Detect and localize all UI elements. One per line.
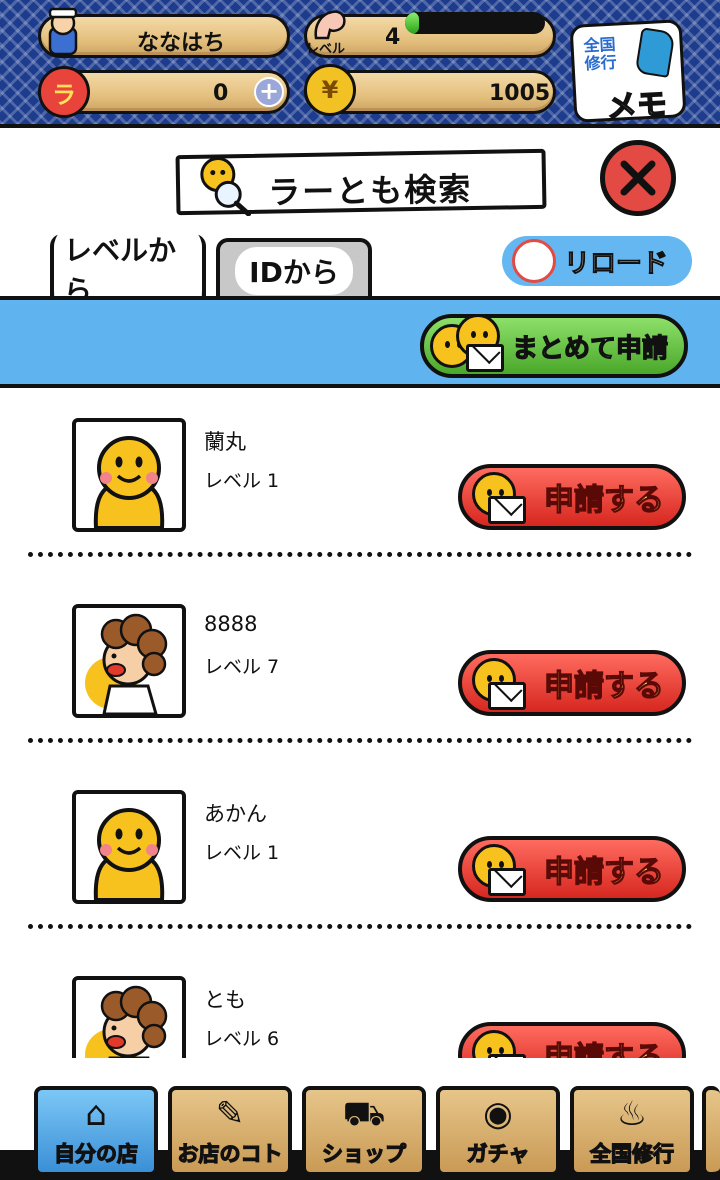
user-name: 8888 [204, 612, 258, 636]
user-level: レベル 6 [204, 1028, 280, 1050]
user-name: 蘭丸 [204, 430, 246, 454]
tab-by-id[interactable]: IDから [216, 238, 372, 300]
bulk-apply-label: まとめて申請 [511, 333, 668, 364]
page-title: ラーとも検索 [267, 170, 473, 212]
user-avatar[interactable] [72, 604, 186, 718]
shop-info-icon: ✎ [215, 1094, 245, 1134]
ramen-map-icon: ♨ [616, 1094, 648, 1134]
nationwide-memo-button[interactable]: 全国 修行 メモ [569, 19, 687, 126]
user-level: レベル 7 [204, 656, 280, 678]
close-button[interactable] [600, 140, 676, 216]
apply-label: 申請する [543, 668, 664, 704]
add-coins-button[interactable]: + [254, 77, 284, 107]
memo-badge-bottom-text: メモ [605, 86, 668, 126]
house-icon: ⌂ [85, 1094, 107, 1134]
reload-icon [512, 239, 556, 283]
apply-label: 申請する [543, 854, 664, 890]
row-divider [28, 738, 692, 743]
envelope-icon [488, 682, 526, 710]
reload-label: リロード [563, 248, 669, 279]
gacha-icon: ◉ [483, 1094, 513, 1134]
user-avatar[interactable] [72, 790, 186, 904]
row-divider [28, 552, 692, 557]
user-avatar[interactable] [72, 418, 186, 532]
tab-by-id-label: IDから [235, 247, 353, 295]
search-chick-icon [194, 154, 255, 217]
ramen-coin-count: 0 [213, 81, 229, 106]
nav-item-label: お店のコト [177, 1141, 283, 1166]
user-list[interactable]: 蘭丸 レベル 1 申請する 8888 レベル 7 申請する あかん レベル 1 申請する とも レベ… [0, 390, 720, 1058]
tab-by-level[interactable]: レベルから [50, 225, 206, 313]
apply-button[interactable]: 申請する [458, 464, 686, 530]
nav-item-label: 自分の店 [53, 1141, 138, 1166]
level-progress-bar [405, 12, 545, 34]
page-title-card: ラーとも検索 [175, 148, 547, 217]
player-avatar-icon [40, 6, 86, 56]
bulk-apply-button[interactable]: まとめて申請 [420, 314, 688, 378]
reload-button[interactable]: リロード [502, 236, 692, 286]
apply-button[interactable]: 申請する [458, 836, 686, 902]
envelope-icon [488, 868, 526, 896]
nav-item-label: ショップ [321, 1141, 406, 1166]
memo-badge-top-text: 全国 修行 [583, 34, 618, 74]
nav-item[interactable]: ♨ 全国修行 [570, 1086, 694, 1176]
apply-label: 申請する [543, 1033, 664, 1058]
row-divider [28, 924, 692, 929]
action-band: まとめて申請 [0, 296, 720, 388]
user-level: レベル 1 [204, 842, 280, 864]
apply-label: 申請する [543, 482, 664, 518]
basket-icon: ⛟ [342, 1094, 386, 1134]
apply-button[interactable]: 申請する [458, 650, 686, 716]
envelope-icon [488, 496, 526, 524]
apply-button[interactable]: 申請する [458, 1022, 686, 1058]
gold-coin-icon: ¥ [304, 64, 356, 116]
japan-map-icon [634, 27, 676, 78]
user-name: とも [204, 988, 246, 1012]
player-name: ななはち [137, 31, 226, 56]
user-level: レベル 1 [204, 470, 280, 492]
nav-item[interactable]: ⛟ ショップ [302, 1086, 426, 1176]
money-amount: 1005 [489, 81, 551, 106]
nav-item[interactable]: ⌂ 自分の店 [34, 1086, 158, 1176]
nav-item-label: 全国修行 [589, 1141, 674, 1166]
nav-item[interactable]: ✎ お店のコト [168, 1086, 292, 1176]
level-label: レベル [306, 42, 346, 57]
nav-item[interactable]: ◉ ガチャ [436, 1086, 560, 1176]
bottom-nav: ⌂ 自分の店 ✎ お店のコト ⛟ ショップ ◉ ガチャ ♨ 全国修行 [0, 1058, 720, 1180]
nav-item-label: ガチャ [466, 1141, 530, 1166]
muscle-icon: レベル [304, 2, 360, 58]
status-header: ななはち 4 レベル 0 ラ + 1005 ¥ 全国 修行 メモ [0, 0, 720, 128]
user-avatar[interactable] [72, 976, 186, 1058]
envelope-icon [466, 344, 504, 372]
list-item: ともレベル 6 申請する [0, 952, 720, 1058]
nav-item-partial[interactable] [702, 1086, 720, 1176]
user-name: あかん [204, 802, 267, 826]
close-icon [620, 160, 656, 196]
level-value: 4 [385, 25, 401, 50]
ramen-coin-icon: ラ [38, 66, 90, 118]
